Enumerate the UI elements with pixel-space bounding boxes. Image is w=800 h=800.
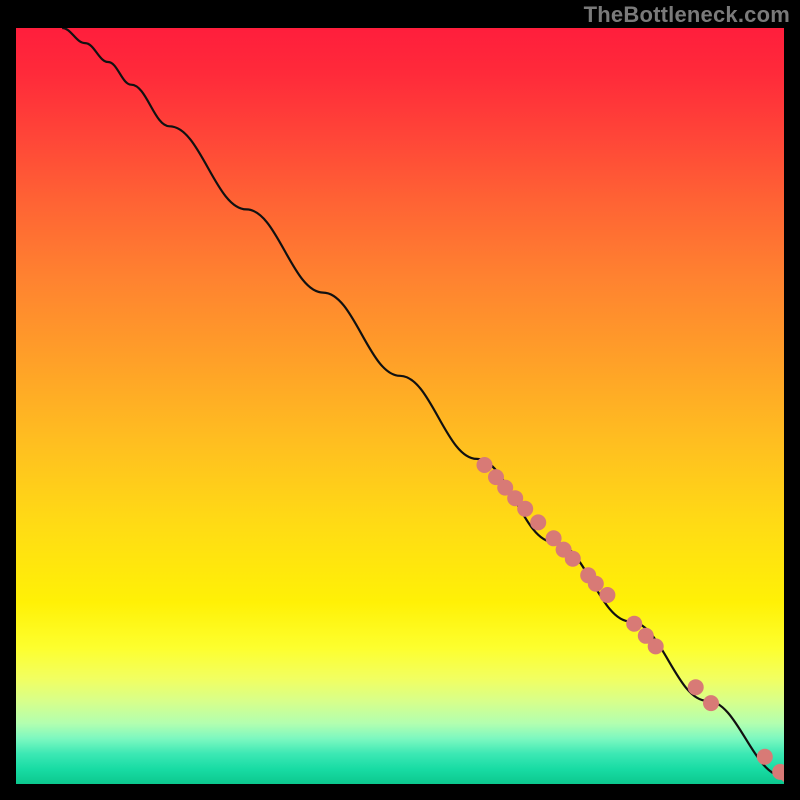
data-point bbox=[703, 695, 719, 711]
watermark-text: TheBottleneck.com bbox=[584, 2, 790, 28]
data-point bbox=[477, 457, 493, 473]
plot-area bbox=[16, 28, 784, 784]
data-point bbox=[626, 616, 642, 632]
data-point bbox=[530, 514, 546, 530]
data-point bbox=[599, 587, 615, 603]
data-point bbox=[565, 551, 581, 567]
data-point bbox=[517, 501, 533, 517]
data-point bbox=[757, 749, 773, 765]
chart-overlay-svg bbox=[16, 28, 784, 784]
data-point bbox=[688, 679, 704, 695]
data-point bbox=[648, 638, 664, 654]
curve-line bbox=[62, 28, 784, 776]
chart-stage: TheBottleneck.com bbox=[0, 0, 800, 800]
data-point bbox=[588, 576, 604, 592]
data-points bbox=[477, 457, 785, 783]
